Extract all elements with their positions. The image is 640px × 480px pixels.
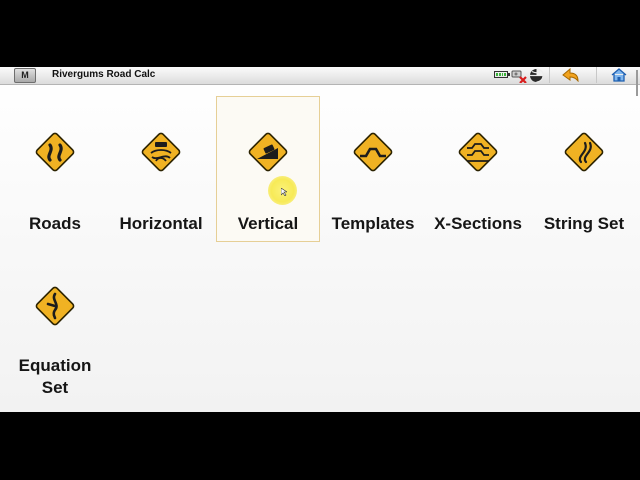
menu-button[interactable]: M (14, 68, 36, 83)
road-junction-icon (35, 286, 75, 326)
tile-x-sections[interactable]: X-Sections (426, 97, 530, 243)
home-button[interactable] (596, 67, 640, 83)
tile-label: Horizontal (119, 214, 203, 233)
steep-grade-icon (248, 132, 288, 172)
connection-status-icon[interactable] (511, 68, 528, 83)
back-arrow-icon (562, 68, 579, 82)
tile-horizontal[interactable]: Horizontal (109, 97, 213, 243)
mouse-pointer-icon (281, 188, 287, 196)
globe-icon[interactable] (529, 68, 544, 83)
road-hump-icon (353, 132, 393, 172)
back-button[interactable] (549, 67, 592, 83)
car-on-curve-icon (141, 132, 181, 172)
tile-templates[interactable]: Templates (321, 97, 425, 243)
tile-vertical[interactable]: Vertical (216, 96, 320, 242)
scroll-edge-marker (636, 70, 638, 96)
double-curve-icon (564, 132, 604, 172)
tile-label: String Set (543, 214, 625, 233)
battery-icon (494, 71, 510, 78)
tile-roads[interactable]: Roads (3, 97, 107, 243)
tile-equation-set[interactable]: Equation Set (3, 251, 107, 397)
road-cross-section-icon (458, 132, 498, 172)
home-icon (611, 68, 627, 82)
app-title: Rivergums Road Calc (52, 69, 156, 80)
tile-label: Equation Set (18, 356, 92, 397)
winding-road-icon (35, 132, 75, 172)
tile-string-set[interactable]: String Set (532, 97, 636, 243)
title-bar: M Rivergums Road Calc (0, 67, 640, 85)
